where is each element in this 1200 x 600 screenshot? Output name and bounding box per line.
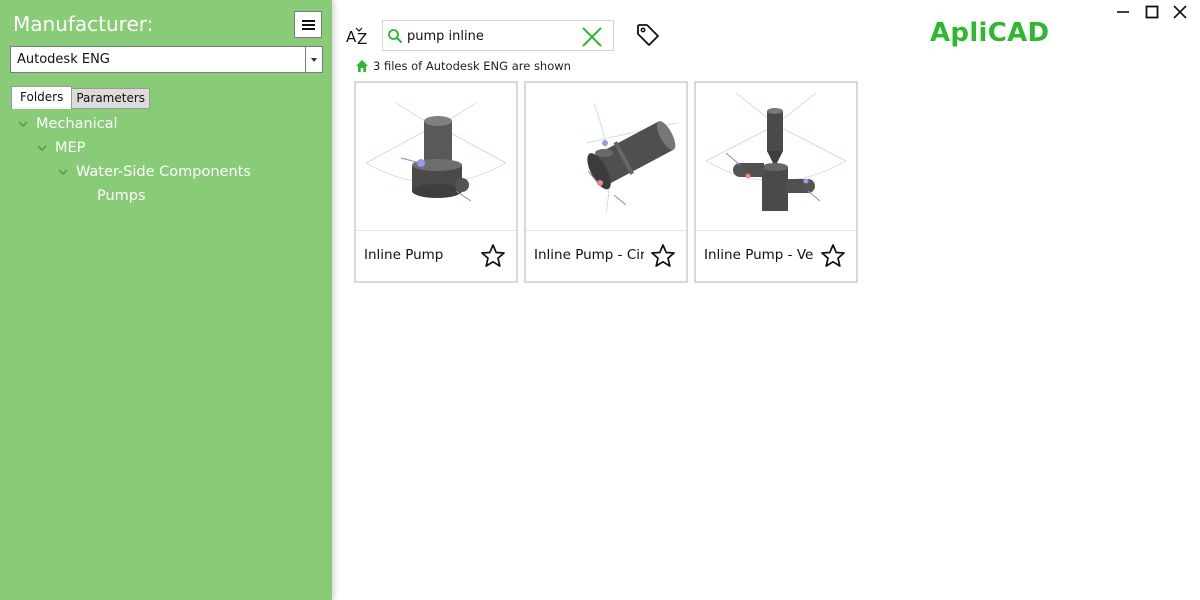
card-label: Inline Pump - Circular: [534, 247, 644, 263]
tree-item-label: MEP: [55, 140, 86, 156]
hamburger-icon-line: [302, 24, 315, 26]
tag-filter-button[interactable]: [635, 22, 661, 48]
search-icon: [388, 29, 402, 43]
maximize-icon: [1145, 5, 1159, 19]
menu-button[interactable]: [294, 11, 322, 38]
favorite-button[interactable]: [480, 243, 506, 269]
manufacturer-input[interactable]: [11, 47, 306, 72]
result-card[interactable]: Inline Pump - Circular: [524, 81, 688, 283]
chevron-down-icon[interactable]: [58, 167, 68, 177]
svg-text:A: A: [346, 28, 357, 46]
minimize-button[interactable]: [1115, 4, 1131, 20]
search-box: [382, 20, 614, 51]
chevron-down-icon: [311, 57, 317, 62]
star-icon: [481, 244, 505, 267]
favorite-button[interactable]: [820, 243, 846, 269]
clear-search-button[interactable]: [581, 26, 603, 48]
star-icon: [651, 244, 675, 267]
sort-az-button[interactable]: A Z: [344, 22, 372, 50]
manufacturer-dropdown-button[interactable]: [306, 47, 322, 72]
tree-item-mechanical[interactable]: Mechanical: [18, 112, 118, 136]
tab-parameters[interactable]: Parameters: [71, 88, 151, 109]
card-label: Inline Pump: [364, 247, 444, 263]
app-window: Manufacturer: Folders Parameters Mechani…: [0, 0, 1200, 600]
tree-item-label: Mechanical: [36, 116, 118, 132]
tree-item-mep[interactable]: MEP: [37, 136, 85, 160]
home-icon[interactable]: [355, 59, 369, 73]
hamburger-icon: [302, 20, 315, 22]
star-icon: [821, 244, 845, 267]
app-logo: ApliCAD: [930, 18, 1050, 48]
maximize-button[interactable]: [1144, 4, 1160, 20]
manufacturer-label: Manufacturer:: [13, 12, 154, 36]
card-label: Inline Pump - Vertical: [704, 247, 814, 263]
tree-item-water-side-components[interactable]: Water-Side Components: [58, 160, 251, 184]
pump-vertical-inline-thumbnail: [696, 83, 856, 231]
sidebar: Manufacturer: Folders Parameters Mechani…: [0, 0, 332, 600]
close-icon: [1173, 5, 1187, 19]
tree-item-label: Water-Side Components: [76, 164, 251, 180]
sidebar-tabs: Folders Parameters: [11, 86, 151, 109]
tab-folders[interactable]: Folders: [11, 86, 73, 109]
sort-az-icon: A Z: [346, 27, 367, 48]
manufacturer-combobox[interactable]: [10, 46, 323, 73]
pump-circular-thumbnail: [526, 83, 686, 231]
tree-item-label: Pumps: [97, 188, 146, 204]
result-card[interactable]: Inline Pump - Vertical: [694, 81, 858, 283]
favorite-button[interactable]: [650, 243, 676, 269]
pump-vertical-thumbnail: [356, 83, 516, 231]
chevron-down-icon[interactable]: [18, 119, 28, 129]
svg-text:Z: Z: [357, 30, 367, 48]
status-bar: 3 files of Autodesk ENG are shown: [355, 58, 571, 74]
tag-icon: [637, 24, 659, 46]
hamburger-icon-line: [302, 28, 315, 30]
result-card[interactable]: Inline Pump: [354, 81, 518, 283]
minimize-icon: [1117, 11, 1129, 13]
status-text: 3 files of Autodesk ENG are shown: [373, 59, 571, 73]
close-icon: [582, 27, 602, 47]
search-input[interactable]: [407, 25, 577, 47]
chevron-down-icon[interactable]: [37, 143, 47, 153]
close-window-button[interactable]: [1172, 4, 1188, 20]
tree-item-pumps[interactable]: Pumps: [97, 184, 146, 208]
